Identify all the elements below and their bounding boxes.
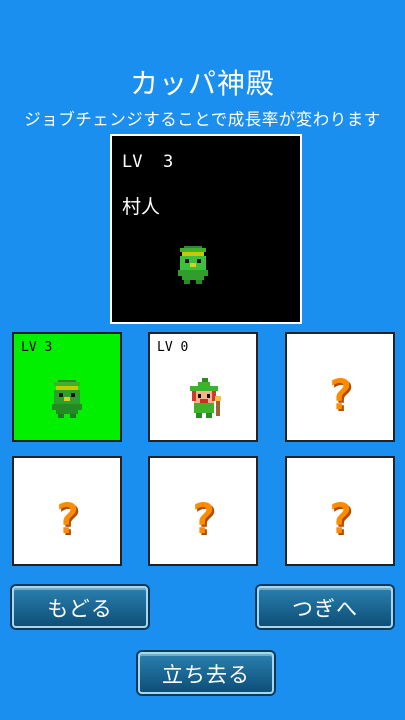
job-slot-level: LV 3	[21, 340, 53, 355]
kappa-mage-icon	[190, 378, 221, 418]
question-mark-icon: ?	[54, 494, 80, 543]
leave-button[interactable]: 立ち去る	[138, 652, 274, 694]
job-slot-6-locked[interactable]: ?	[285, 456, 395, 566]
job-preview-panel: LV 3 村人	[110, 134, 302, 324]
job-slot-3-locked[interactable]: ?	[285, 332, 395, 442]
question-mark-icon: ?	[327, 494, 353, 543]
job-slot-level: LV 0	[157, 340, 189, 355]
back-button[interactable]: もどる	[12, 586, 148, 628]
kappa-villager-icon	[178, 246, 208, 284]
page-subtitle: ジョブチェンジすることで成長率が変わります	[24, 110, 381, 129]
preview-job-name: 村人	[122, 196, 161, 218]
next-button[interactable]: つぎへ	[257, 586, 393, 628]
question-mark-icon: ?	[190, 494, 216, 543]
page-title: カッパ神殿	[129, 67, 275, 100]
preview-level: LV 3	[122, 152, 174, 172]
job-slot-4-locked[interactable]: ?	[12, 456, 122, 566]
job-slot-2[interactable]: LV 0	[148, 332, 258, 442]
question-mark-icon: ?	[327, 370, 353, 419]
kappa-villager-icon	[52, 380, 82, 418]
job-slot-1[interactable]: LV 3	[12, 332, 122, 442]
job-slot-5-locked[interactable]: ?	[148, 456, 258, 566]
